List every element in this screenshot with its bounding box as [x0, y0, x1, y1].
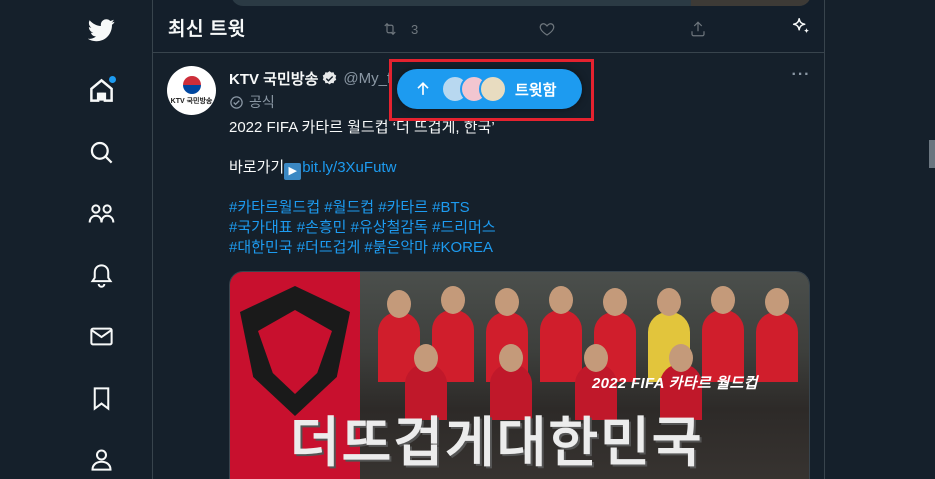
tweet-author[interactable]: KTV 국민방송 @My_f — [229, 68, 391, 89]
shortcut-line: 바로가기 ▶ bit.ly/3XuFutw — [229, 158, 809, 180]
check-circle-icon — [230, 95, 243, 109]
official-text: 공식 — [249, 94, 275, 110]
author-handle[interactable]: @My_f — [343, 70, 391, 87]
hashtags-line[interactable]: #국가대표 #손흥민 #유상철감독 #드리머스 — [229, 218, 809, 238]
search-icon[interactable] — [86, 137, 116, 167]
new-tweets-button[interactable]: 트윗함 — [397, 69, 582, 109]
retweet-icon — [384, 22, 396, 36]
retweet-count: 3 — [411, 21, 419, 37]
bookmark-icon[interactable] — [86, 383, 116, 413]
hashtags-line[interactable]: #대한민국 #더뜨겁게 #붉은악마 #KOREA — [229, 238, 809, 258]
share-icon — [691, 21, 705, 37]
verified-badge-icon — [323, 71, 337, 85]
more-options-button[interactable]: ··· — [791, 66, 811, 86]
sparkle-icon[interactable] — [790, 16, 812, 38]
taegeuk-logo-icon — [182, 75, 201, 94]
avatar — [479, 75, 507, 103]
bell-icon[interactable] — [86, 260, 116, 290]
avatar-logo-text: KTV 국민방송 — [170, 97, 213, 105]
tweet-media[interactable]: 2022 FIFA 카타르 월드컵 더뜨겁게대한민국 — [229, 271, 810, 479]
page-title: 최신 트윗 — [168, 19, 246, 40]
media-caption: 2022 FIFA 카타르 월드컵 — [592, 375, 758, 392]
retweet-button[interactable]: 3 — [381, 20, 418, 38]
media-slogan: 더뜨겁게대한민국 — [290, 411, 704, 474]
tweet-text: 2022 FIFA 카타르 월드컵 ‘더 뜨겁게, 한국’ 바로가기 ▶ bit.l… — [229, 118, 809, 258]
new-tweets-avatars — [441, 75, 507, 103]
arrow-up-icon — [417, 81, 429, 95]
twitter-bird-icon[interactable] — [86, 14, 116, 44]
play-arrow-icon: ▶ — [284, 163, 302, 180]
left-navigation — [0, 0, 152, 479]
timeline-header: 3 최신 트윗 — [153, 0, 824, 53]
author-name[interactable]: KTV 국민방송 — [229, 68, 318, 89]
mail-icon[interactable] — [86, 321, 116, 351]
like-button[interactable] — [538, 20, 556, 38]
previous-tweet-actions: 3 — [153, 20, 824, 40]
notification-dot — [109, 76, 116, 83]
previous-tweet-media[interactable] — [231, 0, 811, 6]
communities-icon[interactable] — [86, 198, 116, 228]
hashtags-line[interactable]: #카타르월드컵 #월드컵 #카타르 #BTS — [229, 198, 809, 218]
tweet-text-line: 2022 FIFA 카타르 월드컵 ‘더 뜨겁게, 한국’ — [229, 119, 495, 136]
scrollbar-thumb[interactable] — [929, 140, 935, 168]
home-icon[interactable] — [86, 75, 116, 105]
person-icon[interactable] — [86, 444, 116, 474]
official-label: 공식 — [229, 92, 275, 112]
shortcut-prefix: 바로가기 — [229, 159, 285, 176]
share-button[interactable] — [689, 20, 707, 38]
new-tweets-label: 트윗함 — [515, 81, 557, 99]
avatar[interactable]: KTV 국민방송 — [167, 66, 216, 115]
heart-icon — [539, 23, 555, 36]
shortcut-link[interactable]: bit.ly/3XuFutw — [302, 159, 396, 176]
